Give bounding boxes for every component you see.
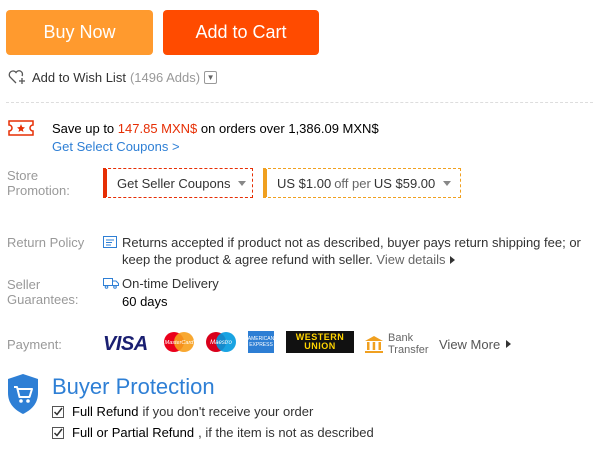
- wishlist-label[interactable]: Add to Wish List: [32, 70, 126, 85]
- view-more-link[interactable]: View More: [439, 331, 512, 357]
- protection-item: Full or Partial Refund , if the item is …: [52, 425, 374, 440]
- promo-amount: US $1.00: [277, 175, 332, 191]
- return-policy-label: Return Policy: [7, 235, 85, 250]
- protection-item-title: Full Refund: [72, 404, 139, 419]
- western-union-logo: WESTERN UNION: [286, 331, 354, 353]
- return-policy-text: Returns accepted if product not as descr…: [122, 234, 592, 268]
- coupon-amount: 147.85 MXN$: [117, 121, 198, 136]
- protection-item-desc: , if the item is not as described: [198, 425, 374, 440]
- store-promotion-label-1: Store: [7, 168, 39, 183]
- view-more-label: View More: [439, 336, 501, 352]
- coupon-suffix: on orders over 1,386.09 MXN$: [200, 121, 379, 136]
- seller-coupons-label: Get Seller Coupons: [117, 175, 231, 191]
- view-details-link[interactable]: View details: [376, 252, 455, 267]
- western-union-line-2: UNION: [304, 341, 336, 351]
- protection-item-title: Full or Partial Refund: [72, 425, 195, 440]
- shield-cart-icon: [8, 374, 38, 414]
- caret-right-icon: [506, 340, 512, 348]
- amex-logo: AMERICAN EXPRESS: [248, 331, 274, 353]
- seller-guarantees-label-1: Seller: [7, 277, 41, 292]
- return-icon: [103, 236, 117, 248]
- seller-guarantees-label: Seller Guarantees:: [7, 277, 79, 307]
- payment-label: Payment:: [7, 337, 62, 352]
- chevron-down-icon[interactable]: ▼: [204, 70, 218, 84]
- bank-icon: [365, 336, 383, 353]
- buyer-protection-title: Buyer Protection: [52, 374, 215, 399]
- buy-now-button[interactable]: Buy Now: [6, 10, 153, 55]
- promo-off-text: off per: [334, 175, 371, 191]
- add-to-cart-button[interactable]: Add to Cart: [163, 10, 319, 55]
- coupon-icon: [8, 120, 34, 136]
- caret-down-icon: [238, 180, 247, 186]
- protection-item-desc: if you don't receive your order: [142, 404, 314, 419]
- seller-guarantees-label-2: Guarantees:: [7, 292, 79, 307]
- ontime-delivery: On-time Delivery: [122, 276, 219, 291]
- store-promotion-label: Store Promotion:: [7, 168, 70, 198]
- divider: [6, 102, 593, 103]
- caret-down-icon: [443, 180, 452, 186]
- promo-threshold: US $59.00: [373, 175, 436, 191]
- promotion-dropdown[interactable]: US $1.00 off per US $59.00: [263, 168, 461, 198]
- view-details-label: View details: [376, 252, 446, 267]
- coupon-text: Save up to 147.85 MXN$ on orders over 1,…: [52, 121, 379, 136]
- visa-logo: VISA: [103, 332, 148, 355]
- bank-label-1: Bank: [388, 332, 414, 344]
- checkbox-checked-icon: [52, 405, 64, 418]
- bank-label-2: Transfer: [388, 344, 429, 356]
- mastercard-logo: MasterCard: [164, 332, 195, 352]
- wishlist-row[interactable]: Add to Wish List (1496 Adds) ▼: [8, 69, 218, 85]
- mastercard-text: MasterCard: [165, 340, 195, 346]
- checkbox-checked-icon: [52, 426, 64, 439]
- maestro-text: Maestro: [210, 340, 232, 346]
- bank-transfer-logo: Bank Transfer: [364, 331, 434, 357]
- store-promotion-label-2: Promotion:: [7, 183, 70, 198]
- get-coupons-link[interactable]: Get Select Coupons >: [52, 139, 180, 154]
- wishlist-count: (1496 Adds): [129, 69, 201, 85]
- seller-coupons-dropdown[interactable]: Get Seller Coupons: [103, 168, 253, 198]
- return-policy-description: Returns accepted if product not as descr…: [122, 235, 581, 267]
- delivery-days: 60 days: [122, 294, 168, 309]
- maestro-logo: Maestro: [206, 332, 236, 352]
- coupon-prefix: Save up to: [52, 121, 115, 136]
- caret-right-icon: [449, 256, 455, 264]
- protection-item: Full Refund if you don't receive your or…: [52, 404, 313, 419]
- truck-icon: [103, 278, 119, 289]
- heart-plus-icon: [8, 70, 25, 84]
